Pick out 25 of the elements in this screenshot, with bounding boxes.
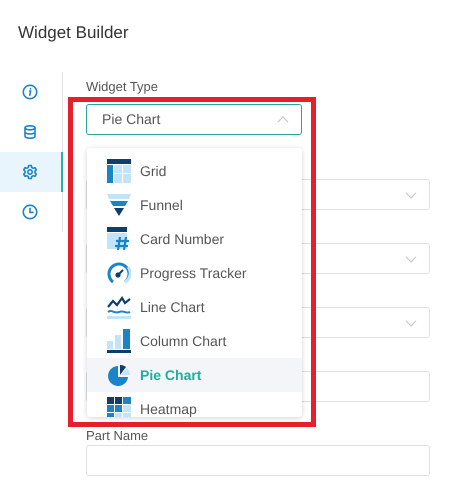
heatmap-icon xyxy=(107,397,131,417)
database-icon xyxy=(22,124,38,140)
dropdown-option[interactable]: Progress Tracker xyxy=(87,256,302,290)
sidebar-tab[interactable] xyxy=(0,152,63,192)
dropdown-option[interactable]: Line Chart xyxy=(87,290,302,324)
dropdown-option[interactable]: Funnel xyxy=(87,188,302,222)
page-title: Widget Builder xyxy=(18,22,129,44)
field-label: Widget Type xyxy=(86,78,160,96)
gauge-icon xyxy=(107,261,131,285)
funnel-icon xyxy=(107,193,131,217)
dropdown-option[interactable]: Grid xyxy=(87,154,302,188)
clock-icon xyxy=(22,204,38,220)
info-icon xyxy=(22,84,38,100)
grid-icon xyxy=(107,159,131,183)
widget-type-select[interactable]: Pie Chart xyxy=(86,104,302,135)
dropdown-option[interactable]: Column Chart xyxy=(87,324,302,358)
column-chart-icon xyxy=(107,329,131,353)
dropdown-option[interactable]: Card Number xyxy=(87,222,302,256)
field-label: Part Name xyxy=(86,429,148,442)
settings-icon xyxy=(22,164,38,180)
dropdown-option[interactable]: Heatmap xyxy=(87,392,302,417)
pie-chart-icon xyxy=(107,363,131,387)
line-chart-icon xyxy=(107,295,131,319)
hash-card-icon xyxy=(107,227,131,251)
input-field[interactable] xyxy=(86,445,430,476)
